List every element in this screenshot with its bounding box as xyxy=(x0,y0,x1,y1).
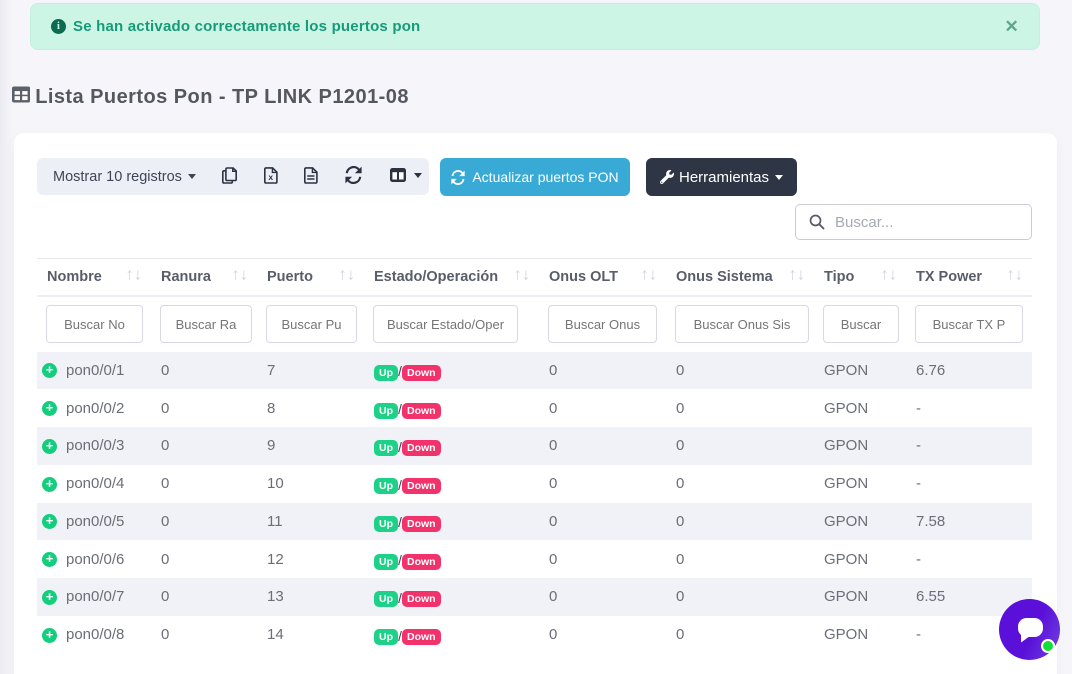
svg-text:x: x xyxy=(268,172,273,182)
